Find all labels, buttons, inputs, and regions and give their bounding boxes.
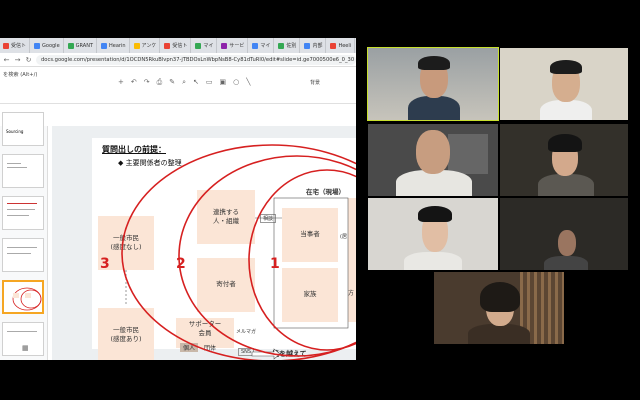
tab-label: 内部 bbox=[312, 43, 323, 49]
undo-icon[interactable]: ↶ bbox=[131, 78, 137, 87]
thumbnail-title: Sourcing bbox=[6, 129, 24, 134]
tab-label: サービ bbox=[229, 43, 245, 49]
favicon-icon bbox=[252, 42, 259, 49]
slide-thumbnail-active[interactable] bbox=[2, 280, 44, 314]
favicon-icon bbox=[278, 42, 285, 49]
browser-tab[interactable]: Hearin bbox=[98, 38, 130, 53]
slide[interactable]: 質問出しの前提： ◆ 主要関係者の整理 在宅（現場） 当事者 家族 (居 方 連… bbox=[92, 138, 356, 360]
connector-lines bbox=[125, 197, 349, 360]
video-tile-participant-3[interactable] bbox=[368, 124, 498, 196]
favicon-icon bbox=[133, 42, 140, 49]
browser-tab[interactable]: GRANT bbox=[64, 38, 98, 53]
tab-label: Google bbox=[42, 42, 60, 49]
favicon-icon bbox=[221, 42, 228, 49]
image-icon[interactable]: ▣ bbox=[220, 78, 227, 87]
annotation-number-2: 2 bbox=[176, 256, 186, 272]
reload-icon[interactable]: ↻ bbox=[25, 56, 32, 64]
new-slide-icon[interactable]: + bbox=[118, 78, 124, 87]
browser-tab[interactable]: 受信ト bbox=[161, 38, 192, 53]
video-tile-participant-1[interactable] bbox=[367, 47, 499, 121]
address-bar-row: ← → ↻ docs.google.com/presentation/d/1OC… bbox=[0, 53, 356, 67]
browser-tab[interactable]: 佐別 bbox=[275, 38, 301, 53]
tab-label: 佐別 bbox=[286, 43, 297, 49]
favicon-icon bbox=[304, 42, 311, 49]
tab-label: マイ bbox=[203, 43, 214, 49]
menu-search-input[interactable]: を検索 (Alt+/) bbox=[3, 71, 53, 81]
browser-tab[interactable]: マイ bbox=[192, 38, 218, 53]
print-icon[interactable]: ⎙ bbox=[157, 78, 163, 87]
zoom-icon[interactable]: ⌕ bbox=[182, 78, 186, 87]
favicon-icon bbox=[101, 42, 108, 49]
favicon-icon bbox=[3, 42, 9, 49]
grid-view-icon[interactable]: ▦ bbox=[22, 344, 29, 352]
url-field[interactable]: docs.google.com/presentation/d/1OCDN5Rku… bbox=[36, 54, 356, 65]
video-tile-participant-2[interactable] bbox=[500, 48, 628, 120]
back-icon[interactable]: ← bbox=[3, 56, 10, 64]
video-tile-participant-4[interactable] bbox=[500, 124, 628, 196]
favicon-icon bbox=[34, 42, 41, 49]
participant-face bbox=[558, 230, 576, 256]
slide-canvas: 質問出しの前提： ◆ 主要関係者の整理 在宅（現場） 当事者 家族 (居 方 連… bbox=[52, 126, 356, 360]
redo-icon[interactable]: ↷ bbox=[144, 78, 150, 87]
slide-thumbnail[interactable]: Sourcing bbox=[2, 112, 44, 146]
favicon-icon bbox=[330, 42, 337, 49]
video-tile-participant-7[interactable] bbox=[434, 272, 564, 344]
annotation-layer bbox=[121, 144, 356, 360]
slide-filmstrip: Sourcing ▦ bbox=[0, 112, 48, 360]
browser-tab[interactable]: マイ bbox=[249, 38, 275, 53]
video-tile-participant-6[interactable] bbox=[500, 198, 628, 270]
participant-face bbox=[416, 130, 450, 174]
tab-label: 受信ト bbox=[172, 43, 188, 49]
forward-icon[interactable]: → bbox=[14, 56, 21, 64]
browser-tab[interactable]: Heeli bbox=[327, 38, 356, 53]
video-tile-participant-5[interactable] bbox=[368, 198, 498, 270]
line-icon[interactable]: ╲ bbox=[246, 78, 250, 87]
browser-tab[interactable]: サービ bbox=[218, 38, 249, 53]
tab-label: アンケ bbox=[141, 43, 157, 49]
meeting-window: 受信ト Google GRANT Hearin アンケ 受信ト マイ サービ マイ 佐別 内部 Hee… bbox=[0, 0, 640, 400]
tab-label: Heeli bbox=[338, 42, 352, 49]
browser-tab[interactable]: アンケ bbox=[130, 38, 161, 53]
browser-tab[interactable]: Google bbox=[31, 38, 64, 53]
slide-thumbnail[interactable] bbox=[2, 154, 44, 188]
slide-thumbnail[interactable] bbox=[2, 238, 44, 272]
browser-tab-bar: 受信ト Google GRANT Hearin アンケ 受信ト マイ サービ マイ 佐別 内部 Hee… bbox=[0, 38, 356, 53]
paint-format-icon[interactable]: ✎ bbox=[169, 78, 175, 87]
favicon-icon bbox=[195, 42, 202, 49]
favicon-icon bbox=[164, 42, 171, 49]
select-icon[interactable]: ↖ bbox=[193, 78, 199, 87]
slide-thumbnail[interactable] bbox=[2, 196, 44, 230]
tab-label: Hearin bbox=[109, 42, 126, 49]
annotation-number-3: 3 bbox=[100, 256, 110, 272]
shape-icon[interactable]: ○ bbox=[233, 78, 239, 87]
browser-tab[interactable]: 受信ト bbox=[0, 38, 31, 53]
tab-label: GRANT bbox=[75, 42, 94, 49]
browser-tab[interactable]: 内部 bbox=[301, 38, 327, 53]
background-button[interactable]: 背景 bbox=[310, 79, 320, 86]
tab-label: マイ bbox=[260, 43, 271, 49]
favicon-icon bbox=[67, 42, 74, 49]
annotation-number-1: 1 bbox=[270, 256, 280, 272]
tab-label: 受信ト bbox=[11, 43, 27, 49]
toolbar-icon-row: + ↶ ↷ ⎙ ✎ ⌕ ↖ ▭ ▣ ○ ╲ bbox=[118, 78, 250, 87]
shared-screen: 受信ト Google GRANT Hearin アンケ 受信ト マイ サービ マイ 佐別 内部 Hee… bbox=[0, 38, 356, 360]
textbox-icon[interactable]: ▭ bbox=[206, 78, 213, 87]
